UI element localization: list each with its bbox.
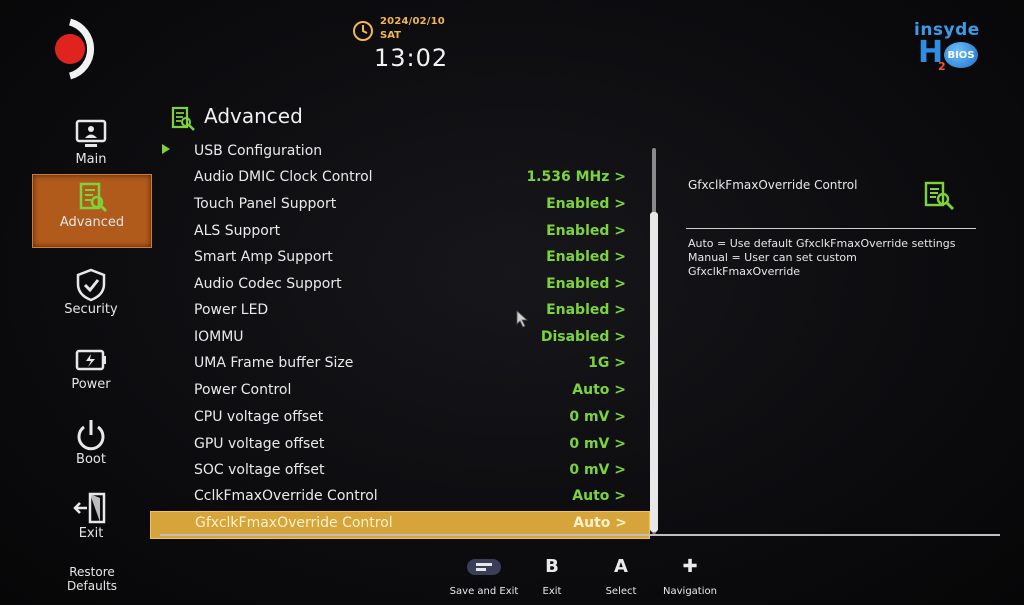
setting-name: GPU voltage offset [194, 436, 325, 452]
setting-row-touch-panel[interactable]: Touch Panel Support Enabled > [150, 193, 648, 219]
b-button-icon: B [545, 556, 559, 577]
setting-row-audio-codec[interactable]: Audio Codec Support Enabled > [150, 273, 648, 299]
help-line: Manual = User can set custom [688, 251, 857, 264]
insyde-h2o-logo: insyde H 2 BIOS [914, 20, 984, 76]
advanced-section-icon [171, 106, 195, 131]
help-line: GfxclkFmaxOverride [688, 265, 801, 278]
setting-row-power-led[interactable]: Power LED Enabled > [150, 299, 648, 325]
setting-row-iommu[interactable]: IOMMU Disabled > [150, 326, 648, 352]
setting-name: CclkFmaxOverride Control [194, 488, 378, 504]
day-text: SAT [380, 30, 401, 41]
dpad-icon: ✚ [682, 556, 698, 577]
submenu-arrow-icon [162, 144, 170, 154]
sidebar-item-label: Boot [76, 452, 106, 467]
setting-name: CPU voltage offset [194, 409, 324, 425]
setting-row-smart-amp[interactable]: Smart Amp Support Enabled > [150, 246, 648, 272]
setting-name: Audio DMIC Clock Control [194, 169, 373, 185]
sidebar-item-label: Power [71, 377, 111, 392]
hint-label: Exit [542, 586, 562, 597]
sidebar-item-label: Main [75, 152, 107, 167]
time-text: 13:02 [374, 44, 449, 72]
hint-label: Navigation [663, 586, 717, 597]
setting-value[interactable]: Auto > [572, 382, 626, 398]
setting-row-power-control[interactable]: Power Control Auto > [150, 379, 648, 405]
setting-name: Power LED [194, 302, 269, 318]
sidebar-item-security[interactable]: Security [32, 262, 150, 334]
setting-row-als[interactable]: ALS Support Enabled > [150, 220, 648, 246]
page-title: Advanced [204, 104, 303, 128]
battery-icon [75, 349, 106, 371]
help-line: Auto = Use default GfxclkFmaxOverride se… [688, 237, 956, 250]
setting-name: GfxclkFmaxOverride Control [195, 515, 393, 531]
scrollbar-thumb[interactable] [650, 212, 658, 532]
hint-label: Select [605, 586, 637, 597]
sidebar-item-label: Exit [78, 526, 104, 541]
sidebar-item-label: Advanced [59, 215, 125, 230]
setting-value[interactable]: Auto > [572, 488, 626, 504]
setting-value[interactable]: 0 mV > [569, 409, 626, 425]
setting-name: Power Control [194, 382, 292, 398]
sidebar-item-boot[interactable]: Boot [32, 412, 150, 484]
shield-icon [76, 268, 106, 302]
settings-list: USB Configuration Audio DMIC Clock Contr… [150, 143, 650, 543]
setting-name: Smart Amp Support [194, 249, 333, 265]
hint-save-and-exit[interactable]: Save and Exit [448, 556, 520, 597]
setting-row-cclk-fmax-override[interactable]: CclkFmaxOverride Control Auto > [150, 485, 648, 511]
hint-label: Save and Exit [449, 586, 519, 597]
vendor-logo [55, 18, 95, 80]
restore-label-line1: Restore [69, 565, 115, 579]
date-text: 2024/02/10 [380, 16, 445, 27]
help-title: GfxclkFmaxOverride Control [688, 178, 858, 192]
setting-row-uma-frame-buffer[interactable]: UMA Frame buffer Size 1G > [150, 352, 648, 378]
setting-name: IOMMU [194, 329, 244, 345]
setting-value[interactable]: Enabled > [546, 249, 626, 265]
setting-row-audio-dmic-clock[interactable]: Audio DMIC Clock Control 1.536 MHz > [150, 166, 648, 192]
power-icon [77, 420, 105, 451]
hint-exit[interactable]: B Exit [532, 556, 572, 597]
setting-row-gpu-voltage-offset[interactable]: GPU voltage offset 0 mV > [150, 433, 648, 459]
footer-divider [160, 534, 1000, 536]
setting-value[interactable]: Enabled > [546, 302, 626, 318]
restore-defaults-button[interactable]: Restore Defaults [44, 565, 140, 593]
setting-name: Touch Panel Support [194, 196, 337, 212]
setting-row-cpu-voltage-offset[interactable]: CPU voltage offset 0 mV > [150, 406, 648, 432]
sidebar-item-label: Security [64, 302, 118, 317]
bios-screen: 2024/02/10 SAT 13:02 insyde H 2 BIOS Mai… [0, 0, 1024, 605]
help-divider [686, 228, 976, 229]
brand-bios-badge: BIOS [944, 42, 978, 68]
monitor-icon [75, 119, 107, 147]
setting-name: SOC voltage offset [194, 462, 325, 478]
help-description: Auto = Use default GfxclkFmaxOverride se… [688, 237, 988, 279]
setting-value[interactable]: Enabled > [546, 196, 626, 212]
advanced-icon [79, 182, 108, 213]
setting-name: USB Configuration [194, 143, 323, 159]
setting-value[interactable]: 0 mV > [569, 462, 626, 478]
controller-menu-icon [467, 559, 501, 575]
exit-door-icon [73, 492, 106, 524]
setting-name: UMA Frame buffer Size [194, 355, 354, 371]
sidebar-item-exit[interactable]: Exit [32, 486, 150, 558]
setting-value[interactable]: 1.536 MHz > [526, 169, 626, 185]
hint-navigation[interactable]: ✚ Navigation [660, 556, 720, 597]
advanced-help-icon [924, 181, 955, 211]
setting-value[interactable]: Enabled > [546, 276, 626, 292]
setting-value[interactable]: Auto > [573, 515, 627, 531]
setting-value[interactable]: Disabled > [541, 329, 626, 345]
setting-row-soc-voltage-offset[interactable]: SOC voltage offset 0 mV > [150, 459, 648, 485]
setting-row-usb-configuration[interactable]: USB Configuration [150, 143, 648, 166]
mouse-cursor-icon [516, 310, 529, 328]
setting-name: Audio Codec Support [194, 276, 342, 292]
sidebar-item-power[interactable]: Power [32, 337, 150, 409]
brand-sub: 2 [938, 60, 946, 73]
setting-value[interactable]: 0 mV > [569, 436, 626, 452]
setting-value[interactable]: 1G > [588, 355, 626, 371]
hint-select[interactable]: A Select [600, 556, 642, 597]
a-button-icon: A [614, 556, 628, 577]
setting-value[interactable]: Enabled > [546, 223, 626, 239]
clock-icon [353, 21, 373, 41]
sidebar-item-advanced[interactable]: Advanced [32, 174, 152, 248]
setting-name: ALS Support [194, 223, 281, 239]
restore-label-line2: Defaults [66, 579, 118, 593]
